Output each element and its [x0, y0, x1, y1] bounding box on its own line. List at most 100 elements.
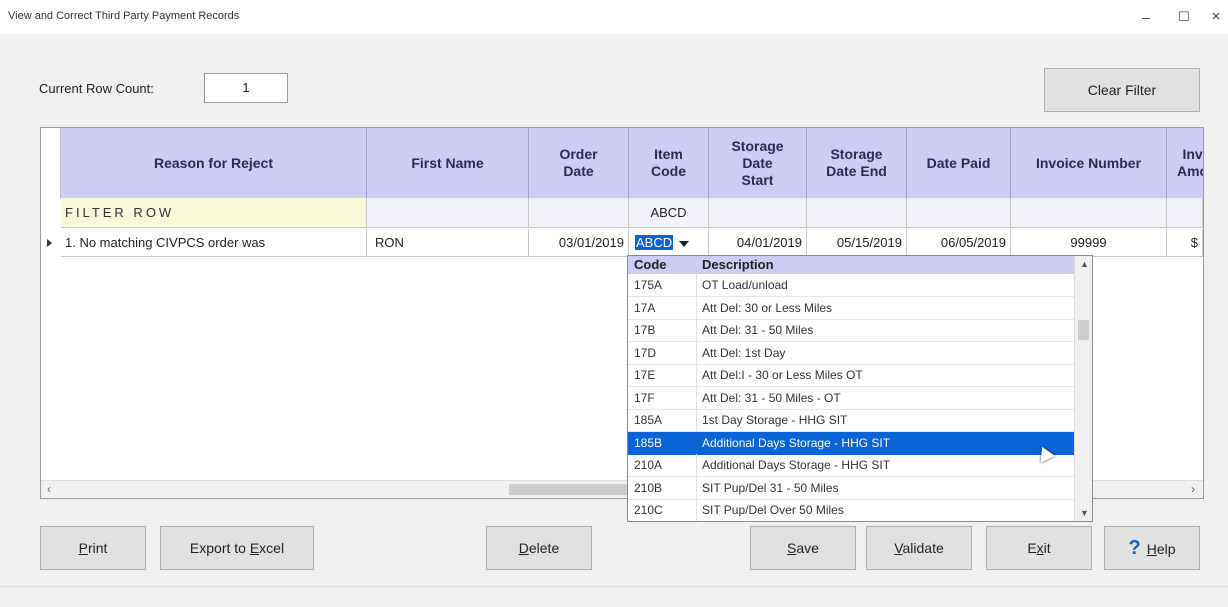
dropdown-option[interactable]: 17E Att Del:I - 30 or Less Miles OT — [628, 364, 1074, 387]
column-header-order-date[interactable]: Order Date — [529, 128, 629, 198]
grid-corner — [41, 128, 61, 198]
option-code: 17F — [634, 390, 655, 405]
filter-date-paid[interactable] — [907, 198, 1011, 228]
option-code: 210C — [634, 503, 663, 517]
option-divider — [696, 274, 697, 296]
filter-first-name[interactable] — [367, 198, 529, 228]
item-code-value[interactable]: ABCD — [635, 235, 674, 250]
minimize-icon[interactable]: – — [1130, 4, 1162, 30]
option-code: 210B — [634, 480, 663, 495]
dropdown-option[interactable]: 185B Additional Days Storage - HHG SIT — [628, 431, 1074, 455]
scroll-left-icon[interactable]: ‹ — [47, 481, 51, 498]
dropdown-arrow-icon[interactable] — [679, 240, 690, 247]
option-divider — [696, 341, 697, 364]
cell-reason[interactable]: 1. No matching CIVPCS order was — [61, 229, 367, 257]
column-header-storage-date-end[interactable]: Storage Date End — [807, 128, 907, 198]
cell-storage-end[interactable]: 05/15/2019 — [807, 229, 907, 257]
option-code: 17B — [634, 323, 656, 337]
window-title: View and Correct Third Party Payment Rec… — [8, 10, 240, 22]
option-description: Att Del: 30 or Less Miles — [702, 300, 833, 315]
column-header-storage-date-start[interactable]: Storage Date Start — [709, 128, 807, 198]
close-icon[interactable]: × — [1200, 4, 1228, 30]
status-bar — [0, 586, 1228, 607]
option-code: 17A — [634, 300, 656, 315]
option-code: 185B — [634, 435, 663, 450]
save-button[interactable]: Save — [750, 526, 856, 570]
option-code: 185A — [634, 413, 663, 427]
cell-invoice-number[interactable]: 99999 — [1011, 229, 1167, 257]
help-button[interactable]: ? Help — [1104, 526, 1200, 570]
dropdown-option[interactable]: 17B Att Del: 31 - 50 Miles — [628, 319, 1074, 342]
column-header-reason[interactable]: Reason for Reject — [61, 128, 367, 198]
delete-button[interactable]: Delete — [486, 526, 592, 570]
row-count-label: Current Row Count: — [39, 81, 154, 96]
dropdown-header-code: Code — [634, 257, 667, 272]
filter-order-date[interactable] — [529, 198, 629, 228]
option-description: SIT Pup/Del 31 - 50 Miles — [702, 480, 839, 495]
dropdown-option[interactable]: 17D Att Del: 1st Day — [628, 341, 1074, 365]
clear-filter-button[interactable]: Clear Filter — [1044, 68, 1200, 112]
dropdown-header-description: Description — [702, 257, 774, 272]
scroll-right-icon[interactable]: › — [1191, 481, 1195, 498]
option-description: Additional Days Storage - HHG SIT — [702, 458, 891, 472]
dropdown-option[interactable]: 185A 1st Day Storage - HHG SIT — [628, 409, 1074, 432]
option-divider — [696, 409, 697, 431]
dropdown-option[interactable]: 210C SIT Pup/Del Over 50 Miles — [628, 499, 1074, 521]
option-divider — [696, 454, 697, 476]
option-description: 1st Day Storage - HHG SIT — [702, 413, 848, 427]
export-to-excel-button[interactable]: Export to Excel — [160, 526, 314, 570]
option-code: 17E — [634, 368, 656, 382]
dropdown-header: Code Description — [628, 256, 1074, 274]
cell-item-code[interactable]: ABCD — [629, 229, 709, 257]
scroll-down-icon[interactable]: ▼ — [1080, 508, 1089, 518]
filter-storage-end[interactable] — [807, 198, 907, 228]
option-divider — [696, 364, 697, 386]
column-header-invoice-number[interactable]: Invoice Number — [1011, 128, 1167, 198]
filter-row-label: FILTER ROW — [61, 198, 367, 228]
option-divider — [696, 431, 697, 454]
option-divider — [696, 319, 697, 341]
current-row-indicator-icon — [47, 239, 52, 247]
title-bar: View and Correct Third Party Payment Rec… — [0, 0, 1228, 34]
cell-storage-start[interactable]: 04/01/2019 — [709, 229, 807, 257]
option-divider — [696, 499, 697, 521]
dropdown-option[interactable]: 17F Att Del: 31 - 50 Miles - OT — [628, 386, 1074, 410]
scroll-up-icon[interactable]: ▲ — [1080, 259, 1089, 269]
row-count-field[interactable]: 1 — [204, 73, 288, 103]
clear-filter-label: Clear Filter — [1087, 82, 1157, 98]
help-icon: ? — [1128, 537, 1141, 559]
dropdown-option[interactable]: 175A OT Load/unload — [628, 274, 1074, 297]
option-description: Att Del:I - 30 or Less Miles OT — [702, 368, 863, 382]
print-button[interactable]: Print — [40, 526, 146, 570]
option-description: OT Load/unload — [702, 278, 788, 292]
cell-first-name[interactable]: RON — [367, 229, 529, 257]
cell-date-paid[interactable]: 06/05/2019 — [907, 229, 1011, 257]
validate-button[interactable]: Validate — [866, 526, 972, 570]
dropdown-scrollbar[interactable]: ▲ ▼ — [1074, 256, 1092, 521]
maximize-icon[interactable]: ☐ — [1168, 4, 1200, 30]
option-description: Att Del: 1st Day — [702, 345, 786, 360]
column-header-date-paid[interactable]: Date Paid — [907, 128, 1011, 198]
column-header-inv-amount[interactable]: Inv Amo — [1167, 128, 1203, 198]
filter-item-code[interactable]: ABCD — [629, 198, 709, 228]
dropdown-option[interactable]: 210A Additional Days Storage - HHG SIT — [628, 454, 1074, 477]
cell-order-date[interactable]: 03/01/2019 — [529, 229, 629, 257]
option-description: SIT Pup/Del Over 50 Miles — [702, 503, 844, 517]
column-header-item-code[interactable]: Item Code — [629, 128, 709, 198]
item-code-dropdown[interactable]: Code Description 175A OT Load/unload 17A At… — [627, 255, 1093, 522]
exit-button[interactable]: Exit — [986, 526, 1092, 570]
cell-inv-amount[interactable]: $ — [1167, 229, 1203, 257]
filter-inv-amount[interactable] — [1167, 198, 1203, 228]
option-code: 175A — [634, 278, 663, 292]
option-divider — [696, 296, 697, 319]
dropdown-scroll-thumb[interactable] — [1078, 320, 1089, 340]
dropdown-option[interactable]: 210B SIT Pup/Del 31 - 50 Miles — [628, 476, 1074, 500]
option-description: Additional Days Storage - HHG SIT — [702, 435, 891, 450]
option-code: 17D — [634, 345, 657, 360]
dropdown-option[interactable]: 17A Att Del: 30 or Less Miles — [628, 296, 1074, 320]
option-description: Att Del: 31 - 50 Miles — [702, 323, 814, 337]
filter-invoice-number[interactable] — [1011, 198, 1167, 228]
filter-storage-start[interactable] — [709, 198, 807, 228]
option-description: Att Del: 31 - 50 Miles - OT — [702, 390, 841, 405]
column-header-first-name[interactable]: First Name — [367, 128, 529, 198]
